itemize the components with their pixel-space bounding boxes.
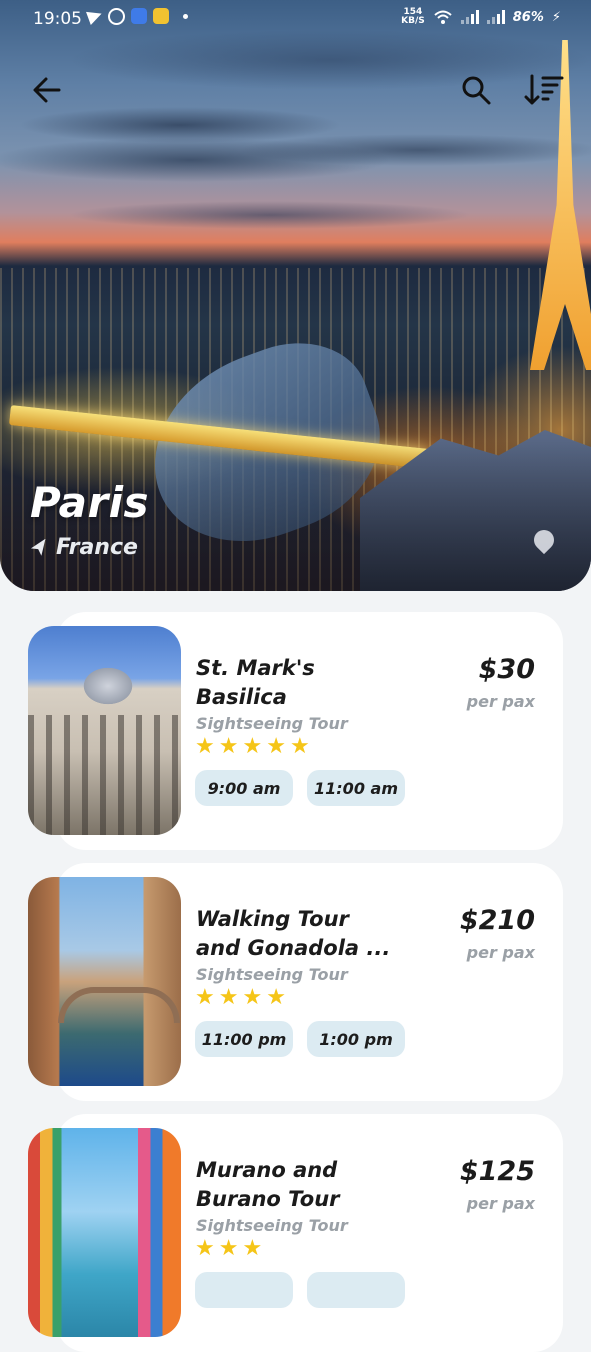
navigation-arrow-icon	[30, 538, 46, 556]
tour-type: Sightseeing Tour	[196, 965, 348, 984]
tour-card[interactable]: Walking Tour and Gonadola ... Sightseein…	[28, 863, 563, 1101]
time-slots	[195, 1272, 405, 1308]
star-icon: ★	[242, 1236, 263, 1261]
star-icon: ★	[195, 734, 215, 759]
star-icon: ★	[242, 734, 263, 759]
tour-price: $210	[459, 905, 535, 936]
telegram-icon	[86, 7, 104, 25]
signal-icon-1	[460, 10, 479, 24]
star-icon: ★	[266, 985, 286, 1010]
city-title: Paris	[30, 478, 150, 527]
time-chip[interactable]: 1:00 pm	[307, 1021, 405, 1057]
tour-price: $125	[459, 1156, 535, 1187]
time-slots: 9:00 am 11:00 am	[195, 770, 405, 806]
whatsapp-icon	[108, 8, 125, 25]
net-speed: 154 KB/S	[401, 8, 425, 26]
star-rating: ★ ★ ★	[195, 1238, 262, 1260]
charging-icon: ⚡	[551, 9, 561, 25]
time-chip[interactable]	[307, 1272, 405, 1308]
price-unit: per pax	[466, 692, 535, 711]
app-icon	[131, 8, 147, 24]
sort-descending-icon	[524, 74, 564, 105]
time-slots: 11:00 pm 1:00 pm	[195, 1021, 405, 1057]
star-icon: ★	[289, 734, 310, 759]
app-icon-yellow	[153, 8, 169, 24]
dot-icon	[183, 14, 188, 19]
sort-button[interactable]	[524, 70, 564, 110]
country-label: France	[56, 535, 138, 560]
tour-thumbnail	[28, 877, 181, 1086]
net-speed-unit: KB/S	[401, 16, 425, 26]
star-icon: ★	[218, 734, 239, 759]
hero-image: 19:05 154 KB/S 86% ⚡ Paris France	[0, 0, 591, 591]
search-button[interactable]	[456, 70, 496, 110]
tour-type: Sightseeing Tour	[196, 1216, 348, 1235]
tour-type: Sightseeing Tour	[196, 714, 348, 733]
arrow-left-icon	[33, 77, 61, 103]
signal-icon-2	[486, 10, 505, 24]
tour-card[interactable]: St. Mark's Basilica Sightseeing Tour ★ ★…	[28, 612, 563, 850]
star-icon: ★	[195, 1236, 215, 1261]
tour-card[interactable]: Murano and Burano Tour Sightseeing Tour …	[28, 1114, 563, 1352]
star-icon: ★	[195, 985, 215, 1010]
star-rating: ★ ★ ★ ★ ★	[195, 736, 310, 758]
star-icon: ★	[242, 985, 263, 1010]
wifi-icon	[434, 10, 452, 24]
star-icon: ★	[266, 734, 286, 759]
back-button[interactable]	[27, 70, 67, 110]
tour-title: Murano and Burano Tour	[196, 1158, 340, 1211]
status-right: 154 KB/S 86% ⚡	[401, 8, 561, 26]
tour-title: Walking Tour and Gonadola ...	[196, 907, 391, 960]
price-unit: per pax	[466, 1194, 535, 1213]
status-time: 19:05	[33, 9, 82, 29]
star-icon: ★	[218, 1236, 239, 1261]
star-icon: ★	[218, 985, 239, 1010]
price-unit: per pax	[466, 943, 535, 962]
search-icon	[462, 76, 491, 105]
time-chip[interactable]	[195, 1272, 293, 1308]
tour-title: St. Mark's Basilica	[196, 656, 315, 709]
status-bar: 19:05 154 KB/S 86% ⚡	[0, 0, 591, 40]
notification-icons	[86, 7, 188, 25]
tour-thumbnail	[28, 626, 181, 835]
battery-level: 86%	[512, 9, 544, 25]
tour-price: $30	[478, 654, 535, 685]
time-chip[interactable]: 11:00 am	[307, 770, 405, 806]
tour-thumbnail	[28, 1128, 181, 1337]
time-chip[interactable]: 11:00 pm	[195, 1021, 293, 1057]
country-row: France	[30, 535, 138, 560]
star-rating: ★ ★ ★ ★	[195, 987, 286, 1009]
time-chip[interactable]: 9:00 am	[195, 770, 293, 806]
